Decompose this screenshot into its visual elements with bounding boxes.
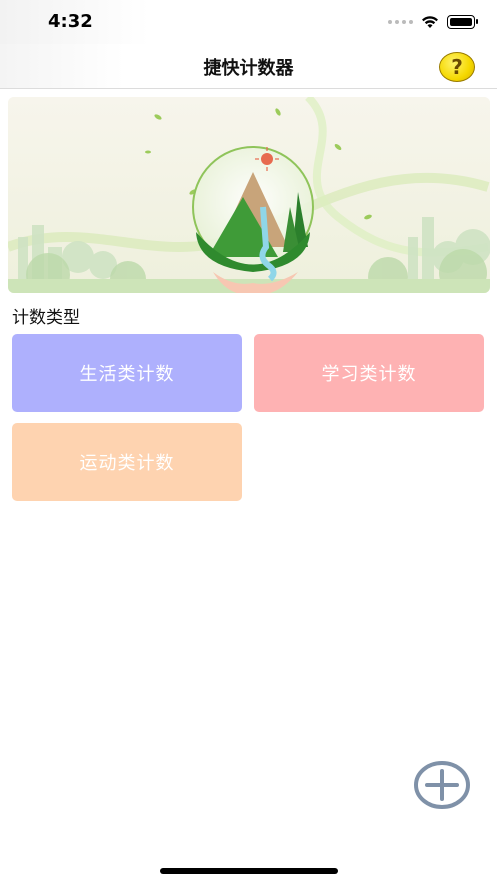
- eco-globe-illustration: [8, 97, 490, 293]
- plus-circle-icon: [414, 761, 470, 809]
- status-time: 4:32: [48, 11, 93, 32]
- category-sport-label: 运动类计数: [79, 453, 175, 474]
- category-life-button[interactable]: 生活类计数: [12, 334, 242, 412]
- wifi-icon: [422, 16, 438, 28]
- battery-icon: [447, 15, 478, 29]
- category-study-label: 学习类计数: [321, 364, 417, 385]
- category-sport-button[interactable]: 运动类计数: [12, 423, 242, 501]
- section-title: 计数类型: [12, 308, 80, 328]
- question-mark-icon: ?: [451, 55, 463, 79]
- status-icons: [388, 13, 478, 31]
- home-indicator: [160, 868, 338, 874]
- banner-image: [8, 97, 490, 293]
- status-bar: 4:32: [0, 0, 497, 44]
- nav-bar: 捷快计数器 ?: [0, 44, 497, 89]
- category-life-label: 生活类计数: [79, 364, 175, 385]
- add-button[interactable]: [413, 760, 471, 810]
- signal-icon: [388, 20, 413, 24]
- page-title: 捷快计数器: [203, 58, 294, 79]
- help-button[interactable]: ?: [439, 52, 475, 82]
- category-study-button[interactable]: 学习类计数: [254, 334, 484, 412]
